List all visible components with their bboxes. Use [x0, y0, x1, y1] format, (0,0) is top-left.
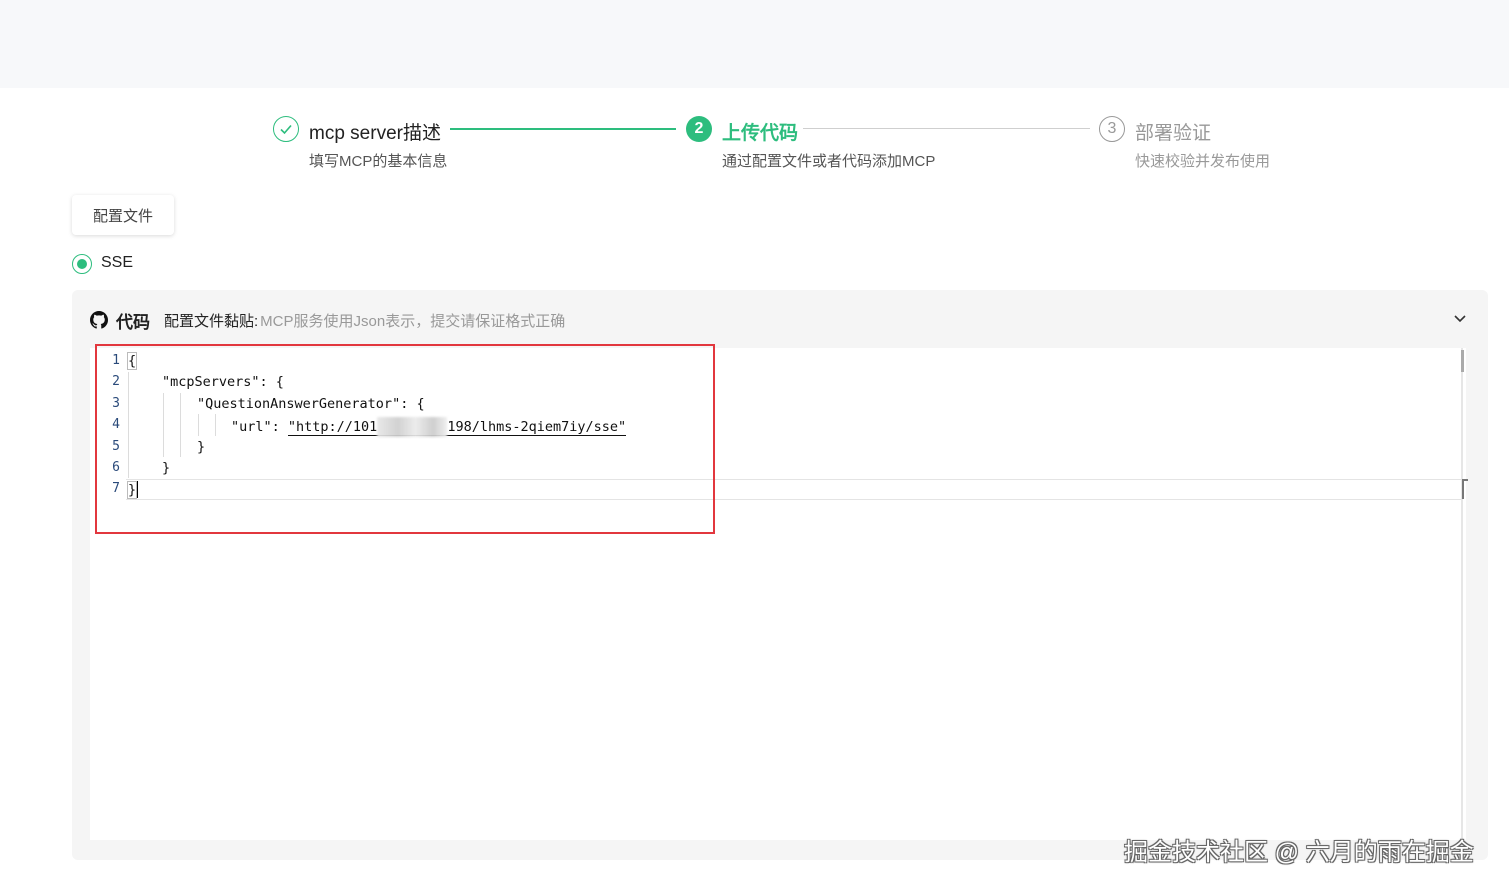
highlight-annotation-box: [95, 344, 715, 534]
radio-selected-dot: [77, 259, 87, 269]
chevron-down-icon[interactable]: [1451, 309, 1469, 327]
code-panel-title: 代码: [116, 312, 150, 332]
step-1-desc: 填写MCP的基本信息: [309, 153, 448, 170]
step-connector-2: [803, 128, 1090, 129]
step-1-check-icon: [273, 116, 299, 142]
step-3-desc: 快速校验并发布使用: [1135, 153, 1271, 170]
step-2-number-icon: 2: [686, 116, 712, 142]
step-2-title: 上传代码: [722, 123, 799, 144]
editor-scrollbar-thumb[interactable]: [1461, 350, 1464, 372]
step-connector-1: [450, 128, 676, 130]
config-file-tab[interactable]: 配置文件: [72, 195, 174, 235]
step-3-title: 部署验证: [1135, 123, 1212, 144]
step-3-number-icon: 3: [1099, 116, 1125, 142]
step-1-title: mcp server描述: [309, 123, 441, 144]
top-bar: [0, 0, 1509, 88]
paste-hint: MCP服务使用Json表示，提交请保证格式正确: [260, 312, 566, 330]
sse-radio[interactable]: [72, 254, 92, 274]
code-panel-header[interactable]: 代码 配置文件黏贴: MCP服务使用Json表示，提交请保证格式正确: [90, 308, 565, 332]
watermark: 掘金技术社区 @ 六月的雨在掘金: [1124, 839, 1474, 866]
step-2-desc: 通过配置文件或者代码添加MCP: [722, 153, 936, 170]
editor-scrollbar-track[interactable]: [1461, 348, 1463, 840]
paste-label: 配置文件黏贴:: [164, 312, 259, 330]
github-icon: [90, 311, 108, 329]
cursor-position-marker: [1462, 479, 1468, 499]
sse-radio-label[interactable]: SSE: [101, 254, 133, 272]
